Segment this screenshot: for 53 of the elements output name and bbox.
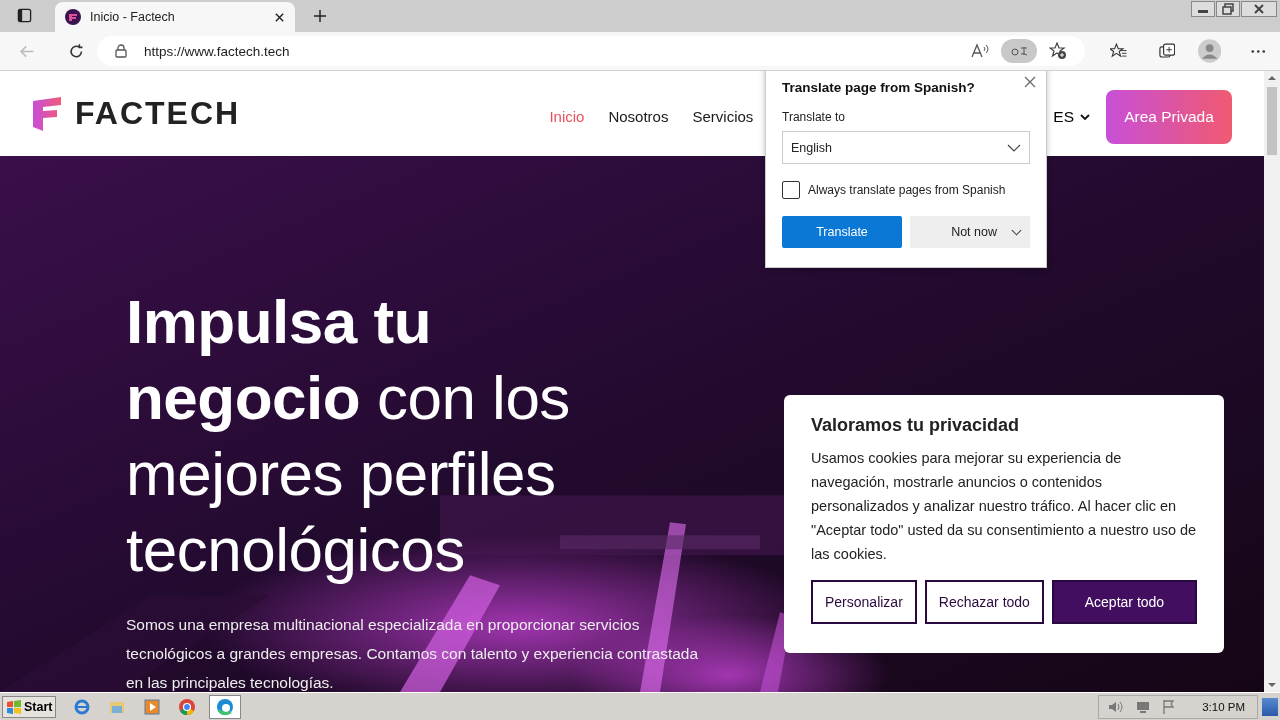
windows-logo-icon: [6, 698, 22, 715]
chevron-down-icon: [1011, 228, 1022, 236]
collections-icon[interactable]: [1158, 42, 1176, 60]
new-tab-icon[interactable]: [313, 9, 327, 23]
field-label: Translate to: [782, 110, 846, 124]
browser-tab[interactable]: Inicio - Factech: [55, 2, 295, 32]
profile-avatar-icon[interactable]: [1198, 39, 1222, 63]
popup-title: Translate page from Spanish?: [782, 80, 976, 95]
chevron-down-icon: [1007, 143, 1021, 152]
nav-link[interactable]: Servicios: [692, 108, 754, 125]
factech-logo-icon[interactable]: [33, 96, 63, 131]
clock: 3:10 PM: [1202, 700, 1245, 713]
site-logo[interactable]: FACTECH: [75, 95, 241, 132]
cookie-button[interactable]: Rechazar todo: [924, 580, 1044, 624]
favorites-icon[interactable]: [1110, 42, 1127, 60]
cookie-button[interactable]: Personalizar: [811, 580, 917, 624]
site-favicon-icon: [65, 9, 81, 25]
hero-description: Somos una empresa multinacional especializada en proporcionar servicios tecnológicos a grandes empresas. Contamos con talento y experiencia contrastada en las principales tecnologías.: [126, 615, 700, 692]
tab-actions-icon[interactable]: [17, 8, 32, 23]
chevron-down-icon: [1080, 113, 1090, 120]
read-aloud-icon[interactable]: [971, 42, 990, 60]
scrollbar-thumb[interactable]: [1267, 87, 1277, 155]
translate-icon[interactable]: [1001, 39, 1038, 63]
refresh-icon[interactable]: [67, 42, 85, 60]
close-window-icon[interactable]: [1241, 1, 1277, 17]
close-tab-icon[interactable]: [274, 11, 285, 23]
show-desktop-button[interactable]: [1262, 697, 1278, 716]
close-icon[interactable]: [1024, 76, 1036, 88]
internet-explorer-icon[interactable]: [73, 697, 92, 716]
start-button[interactable]: Start: [2, 695, 57, 718]
media-player-icon[interactable]: [143, 697, 162, 716]
private-area-button[interactable]: Area Privada: [1106, 89, 1232, 144]
nav-link[interactable]: Inicio: [549, 108, 585, 125]
minimize-icon[interactable]: [1191, 1, 1215, 17]
scrollbar[interactable]: [1264, 71, 1280, 692]
cookie-button[interactable]: Aceptar todo: [1051, 580, 1197, 624]
translate-button[interactable]: Translate: [782, 216, 902, 248]
edge-icon: [216, 697, 235, 716]
checkbox-label: Always translate pages from Spanish: [808, 183, 1006, 197]
language-selector[interactable]: ES: [1053, 107, 1090, 126]
cookie-title: Valoramos tu privacidad: [811, 415, 1021, 436]
language-dropdown[interactable]: English: [782, 131, 1030, 164]
checkbox[interactable]: [782, 181, 800, 199]
not-now-button[interactable]: Not now: [910, 216, 1030, 248]
lock-icon: [115, 44, 128, 58]
cookie-text: Usamos cookies para mejorar su experiencia de navegación, mostrarle anuncios o contenidos personalizados y analizar nuestro tráfico. Al hacer clic en "Aceptar todo" usted da su consentimiento a nuestro uso de las cookies.: [811, 449, 1197, 564]
hero-heading: Impulsa tu negocio con los mejores perfiles tecnológicos: [126, 286, 571, 586]
edge-taskbar-button[interactable]: [209, 694, 242, 719]
restore-icon[interactable]: [1216, 1, 1240, 17]
address-bar[interactable]: https://www.factech.tech: [97, 36, 1086, 66]
add-favorite-icon[interactable]: [1049, 42, 1068, 60]
nav-link[interactable]: Nosotros: [608, 108, 669, 125]
chrome-icon[interactable]: [178, 697, 197, 716]
